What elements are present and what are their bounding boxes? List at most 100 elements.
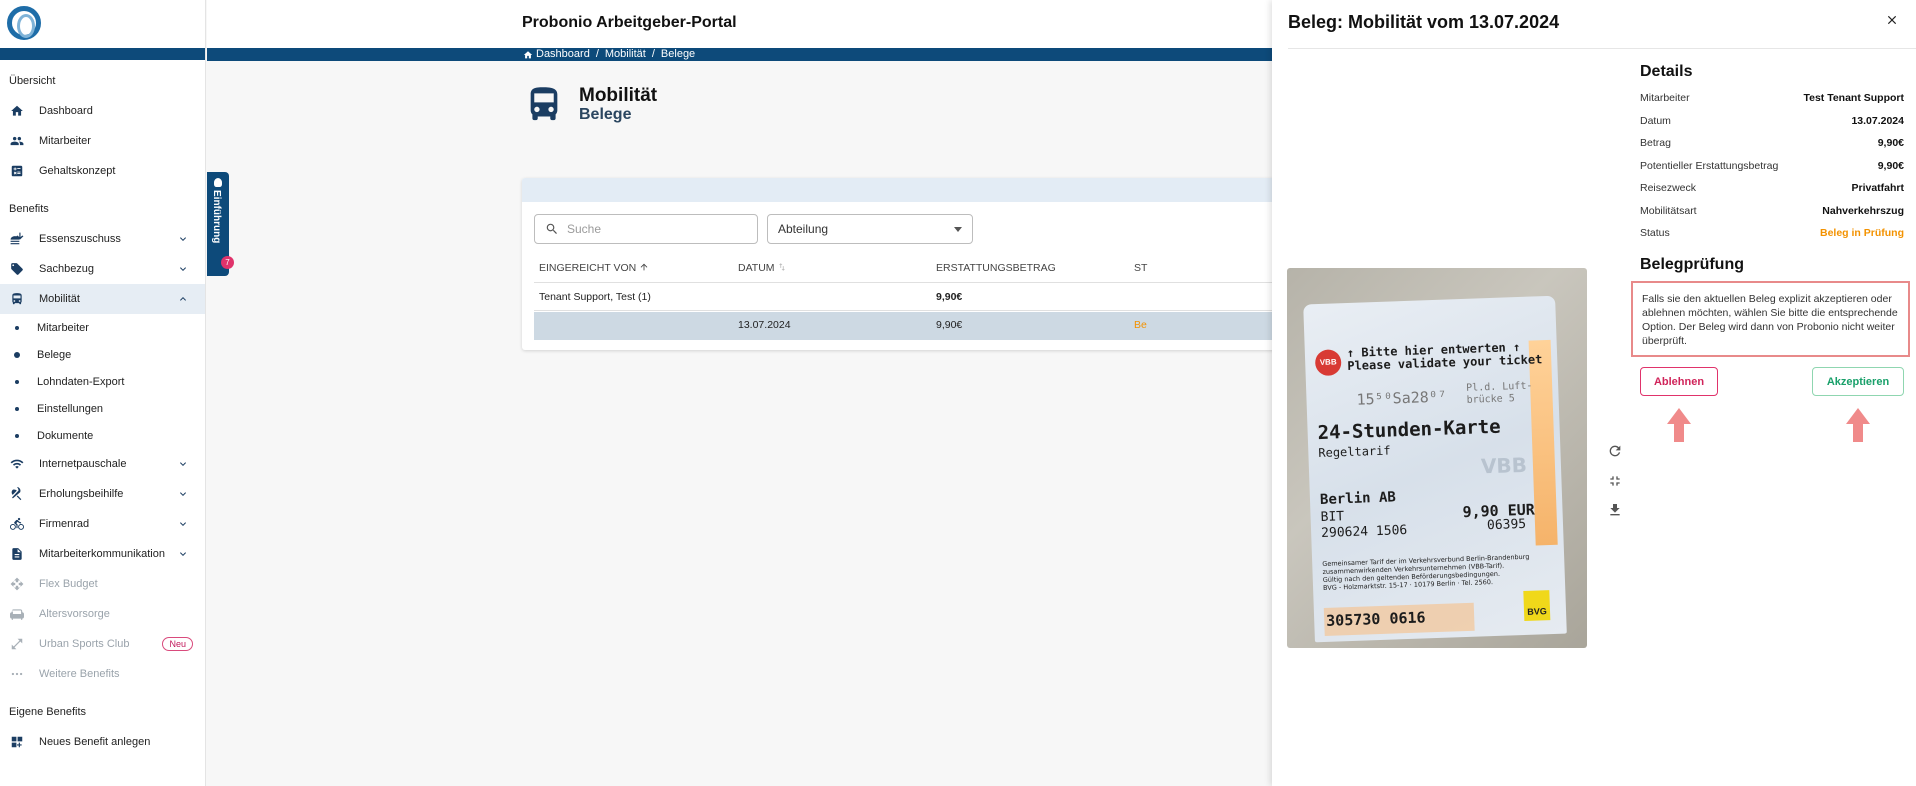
ticket-stamp-station: Pl.d. Luft- brücke 5: [1466, 380, 1533, 406]
sidebar-subitem-label: Einstellungen: [37, 402, 104, 415]
row-date: 13.07.2024: [738, 319, 791, 331]
chevron-down-icon[interactable]: [177, 263, 189, 275]
sidebar-subitem-belege[interactable]: Belege: [0, 341, 205, 368]
column-header-status[interactable]: ST: [1134, 262, 1147, 274]
page-subtitle: Belege: [579, 106, 632, 123]
sidebar-subitem-mitarbeiter[interactable]: Mitarbeiter: [0, 314, 205, 341]
row-amount: 9,90€: [936, 319, 963, 331]
palm-icon: [10, 487, 24, 501]
calculator-icon: [10, 164, 24, 178]
sidebar-item-label: Dashboard: [39, 105, 93, 117]
sidebar-subitem-einstellungen[interactable]: Einstellungen: [0, 395, 205, 422]
chevron-down-icon[interactable]: [177, 458, 189, 470]
sidebar-item-essenszuschuss[interactable]: Essenszuschuss: [0, 224, 205, 254]
wifi-icon: [10, 457, 24, 471]
sidebar: Übersicht Dashboard Mitarbeiter Gehaltsk…: [0, 0, 206, 786]
sidebar-item-label: Neues Benefit anlegen: [39, 736, 151, 748]
receipt-drawer: Beleg: Mobilität vom 13.07.2024 VBB ↑ Bi…: [1272, 0, 1916, 786]
sidebar-subitem-label: Belege: [37, 348, 72, 361]
sidebar-item-internetpauschale[interactable]: Internetpauschale: [0, 449, 205, 479]
detail-value: 13.07.2024: [1851, 115, 1904, 127]
chevron-down-icon[interactable]: [177, 233, 189, 245]
tag-icon: [10, 262, 24, 276]
people-icon: [10, 134, 24, 148]
intro-count-badge: 7: [221, 256, 234, 269]
sidebar-subitem-lohndaten-export[interactable]: Lohndaten-Export: [0, 368, 205, 395]
chevron-down-icon[interactable]: [177, 518, 189, 530]
document-icon: [10, 547, 24, 561]
sidebar-item-label: Urban Sports Club: [39, 638, 130, 650]
food-icon: [10, 232, 24, 246]
row-status: Be: [1134, 319, 1147, 331]
vbb-logo: VBB: [1314, 349, 1342, 377]
search-placeholder: Suche: [567, 222, 602, 236]
detail-row-erstattungsbetrag: Potentieller Erstattungsbetrag 9,90€: [1640, 160, 1904, 182]
search-input[interactable]: Suche: [534, 214, 758, 244]
close-icon[interactable]: [1885, 13, 1899, 27]
accept-button[interactable]: Akzeptieren: [1812, 367, 1904, 396]
group-row-name[interactable]: Tenant Support, Test (1): [539, 291, 651, 303]
sidebar-item-weitere-benefits: Weitere Benefits: [0, 659, 205, 689]
breadcrumb: Dashboard / Mobilität / Belege: [523, 48, 695, 61]
sidebar-subitem-dokumente[interactable]: Dokumente: [0, 422, 205, 449]
detail-value: Test Tenant Support: [1803, 92, 1904, 104]
reject-button[interactable]: Ablehnen: [1640, 367, 1718, 396]
table-divider: [534, 310, 1282, 311]
breadcrumb-mobilitaet[interactable]: Mobilität: [605, 48, 646, 61]
sidebar-item-label: Essenszuschuss: [39, 233, 121, 245]
fit-screen-icon[interactable]: [1607, 473, 1623, 489]
sidebar-item-label: Altersvorsorge: [39, 608, 110, 620]
home-icon: [523, 50, 533, 58]
detail-row-betrag: Betrag 9,90€: [1640, 137, 1904, 159]
column-header-eingereicht-von[interactable]: EINGEREICHT VON: [539, 262, 649, 274]
bvg-logo: BVG: [1523, 590, 1551, 621]
sidebar-item-dashboard[interactable]: Dashboard: [0, 96, 205, 126]
sidebar-item-mitarbeiterkommunikation[interactable]: Mitarbeiterkommunikation: [0, 539, 205, 569]
sidebar-item-sachbezug[interactable]: Sachbezug: [0, 254, 205, 284]
ticket-tarif: Regeltarif: [1318, 443, 1391, 461]
sofa-icon: [10, 607, 24, 621]
ticket-validate-text: ↑ Bitte hier entwerten ↑ Please validate…: [1347, 340, 1543, 373]
new-badge: Neu: [162, 637, 193, 651]
chevron-up-icon[interactable]: [177, 293, 189, 305]
column-header-erstattungsbetrag[interactable]: ERSTATTUNGSBETRAG: [936, 262, 1056, 274]
sidebar-item-label: Mitarbeiterkommunikation: [39, 548, 165, 560]
table-row[interactable]: [534, 312, 1282, 340]
detail-row-mitarbeiter: Mitarbeiter Test Tenant Support: [1640, 92, 1904, 114]
bullet-icon: [14, 351, 20, 358]
download-icon[interactable]: [1607, 502, 1623, 518]
status-value: Beleg in Prüfung: [1820, 227, 1904, 239]
column-header-label: DATUM: [738, 262, 775, 274]
sidebar-item-label: Mitarbeiter: [39, 135, 91, 147]
rotate-icon[interactable]: [1607, 443, 1623, 459]
arrow-up-icon: [1667, 408, 1691, 442]
sidebar-item-label: Sachbezug: [39, 263, 95, 275]
intro-tab-label: Einführung: [211, 190, 222, 244]
intro-tab[interactable]: Einführung 7: [207, 172, 234, 276]
page-title: Mobilität: [579, 85, 658, 106]
department-select[interactable]: Abteilung: [767, 214, 973, 244]
breadcrumb-dashboard[interactable]: Dashboard: [536, 48, 590, 61]
expand-icon: [10, 637, 24, 651]
sidebar-band: [0, 48, 205, 60]
arrow-up-icon: [1846, 408, 1870, 442]
breadcrumb-separator: /: [651, 48, 655, 60]
sidebar-item-mitarbeiter[interactable]: Mitarbeiter: [0, 126, 205, 156]
ticket-stamp: 15⁵⁰Sa28⁰⁷: [1356, 387, 1448, 409]
sidebar-item-neues-benefit[interactable]: Neues Benefit anlegen: [0, 727, 205, 757]
sidebar-item-firmenrad[interactable]: Firmenrad: [0, 509, 205, 539]
sidebar-item-erholungsbeihilfe[interactable]: Erholungsbeihilfe: [0, 479, 205, 509]
sidebar-item-label: Flex Budget: [39, 578, 98, 590]
group-row-amount: 9,90€: [936, 291, 963, 303]
sidebar-item-gehaltskonzept[interactable]: Gehaltskonzept: [0, 156, 205, 186]
dropdown-arrow-icon: [954, 227, 962, 232]
chevron-down-icon[interactable]: [177, 548, 189, 560]
detail-label: Mobilitätsart: [1640, 205, 1697, 217]
sidebar-item-mobilitaet[interactable]: Mobilität: [0, 284, 205, 314]
chevron-down-icon[interactable]: [177, 488, 189, 500]
probonio-logo[interactable]: [7, 6, 41, 40]
column-header-datum[interactable]: DATUM: [738, 262, 787, 274]
bullet-icon: [15, 379, 19, 384]
section-title-benefits: Benefits: [9, 203, 49, 215]
lightbulb-icon: [214, 178, 222, 187]
